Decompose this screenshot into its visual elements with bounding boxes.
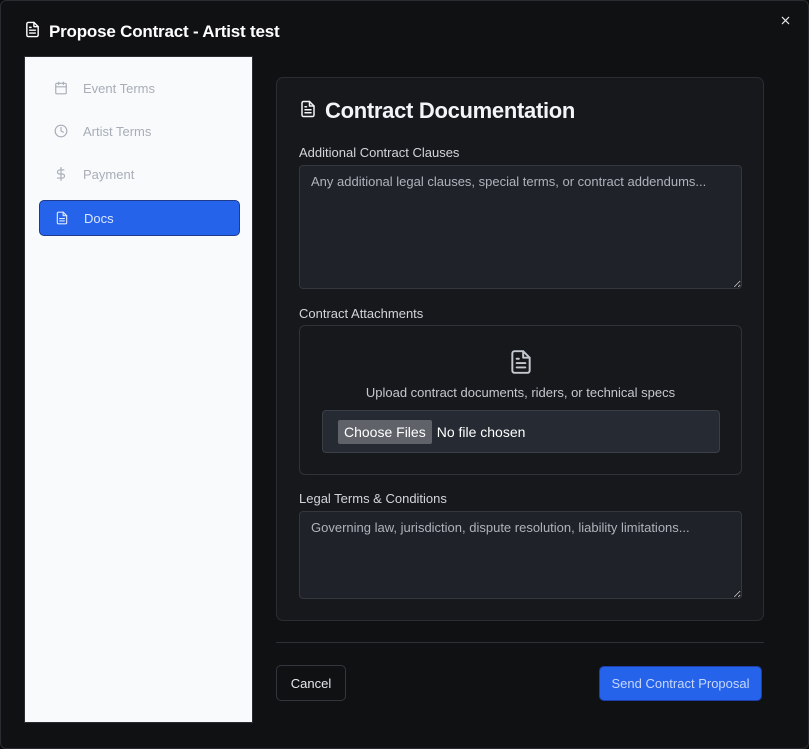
sidebar-item-event-terms[interactable]: Event Terms bbox=[39, 70, 239, 106]
additional-clauses-label: Additional Contract Clauses bbox=[299, 145, 460, 160]
sidebar-item-label: Docs bbox=[84, 210, 114, 226]
sidebar-item-artist-terms[interactable]: Artist Terms bbox=[39, 113, 239, 149]
close-icon[interactable] bbox=[780, 13, 791, 31]
document-icon bbox=[299, 100, 317, 123]
document-icon bbox=[54, 210, 70, 226]
dollar-icon bbox=[53, 166, 69, 182]
contract-documentation-card: Contract Documentation Additional Contra… bbox=[276, 77, 764, 621]
calendar-icon bbox=[53, 80, 69, 96]
choose-files-button[interactable]: Choose Files bbox=[338, 419, 432, 444]
additional-clauses-field[interactable] bbox=[299, 165, 742, 289]
close-button[interactable] bbox=[776, 13, 794, 31]
attachments-label: Contract Attachments bbox=[299, 306, 424, 321]
upload-instructions: Upload contract documents, riders, or te… bbox=[365, 385, 676, 400]
file-input[interactable]: Choose Files No file chosen bbox=[322, 410, 720, 453]
modal-header: Propose Contract - Artist test bbox=[24, 21, 280, 43]
document-icon bbox=[24, 21, 41, 43]
section-header: Contract Documentation bbox=[299, 98, 575, 124]
cancel-button[interactable]: Cancel bbox=[276, 665, 346, 701]
send-contract-proposal-button[interactable]: Send Contract Proposal bbox=[599, 666, 762, 701]
sidebar-item-label: Event Terms bbox=[83, 80, 156, 96]
footer-divider bbox=[276, 642, 764, 643]
sidebar-item-label: Payment bbox=[83, 166, 135, 182]
legal-terms-field[interactable] bbox=[299, 511, 742, 599]
propose-contract-modal: Propose Contract - Artist test Event Ter… bbox=[0, 0, 809, 749]
document-icon bbox=[508, 348, 534, 381]
sidebar-item-payment[interactable]: Payment bbox=[39, 156, 239, 192]
sidebar: Event Terms Artist Terms Payment Docs bbox=[24, 56, 253, 723]
sidebar-item-docs[interactable]: Docs bbox=[39, 200, 240, 236]
clock-icon bbox=[53, 123, 69, 139]
modal-title: Propose Contract - Artist test bbox=[49, 22, 280, 41]
attachments-dropzone[interactable]: Upload contract documents, riders, or te… bbox=[299, 325, 742, 475]
sidebar-item-label: Artist Terms bbox=[83, 123, 152, 139]
legal-terms-label: Legal Terms & Conditions bbox=[299, 491, 447, 506]
section-title: Contract Documentation bbox=[325, 98, 576, 123]
file-status: No file chosen bbox=[436, 423, 526, 440]
